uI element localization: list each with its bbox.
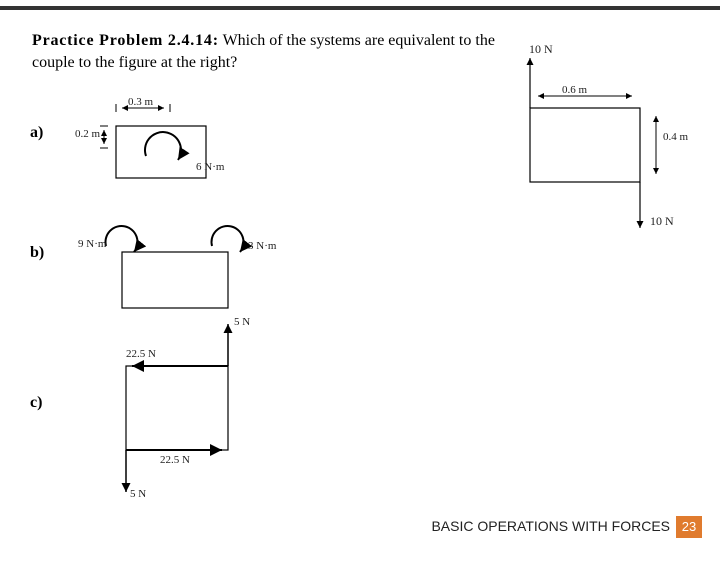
part-label-b: b) (30, 244, 44, 262)
part-label-a: a) (30, 124, 43, 142)
figure-b (110, 222, 280, 317)
ref-figure (520, 78, 690, 228)
page: Practice Problem 2.4.14: Which of the sy… (0, 0, 720, 564)
figure-c (110, 320, 280, 500)
c-force-top: 22.5 N (126, 348, 156, 360)
top-black-bar (0, 6, 720, 10)
ref-dim-h-label: 0.4 m (663, 131, 688, 143)
footer-page-number: 23 (676, 516, 702, 538)
b-m1: 9 N·m (78, 238, 106, 250)
figure-a (92, 98, 242, 198)
c-force-bot: 22.5 N (160, 454, 190, 466)
part-label-c: c) (30, 394, 42, 412)
a-dim-w: 0.3 m (128, 96, 153, 108)
ref-dim-w-label: 0.6 m (562, 84, 587, 96)
c-force-right: 5 N (234, 316, 250, 328)
problem-number: Practice Problem 2.4.14: (32, 32, 219, 49)
ref-force-right-label: 10 N (650, 214, 674, 229)
c-force-left: 5 N (130, 488, 146, 500)
footer-chapter-title: BASIC OPERATIONS WITH FORCES (431, 518, 670, 534)
ref-force-top-label: 10 N (529, 42, 553, 57)
a-moment: 6 N·m (196, 161, 224, 173)
a-dim-h: 0.2 m (75, 128, 100, 140)
b-m2: 3 N·m (248, 240, 276, 252)
question-text: Practice Problem 2.4.14: Which of the sy… (32, 30, 510, 73)
